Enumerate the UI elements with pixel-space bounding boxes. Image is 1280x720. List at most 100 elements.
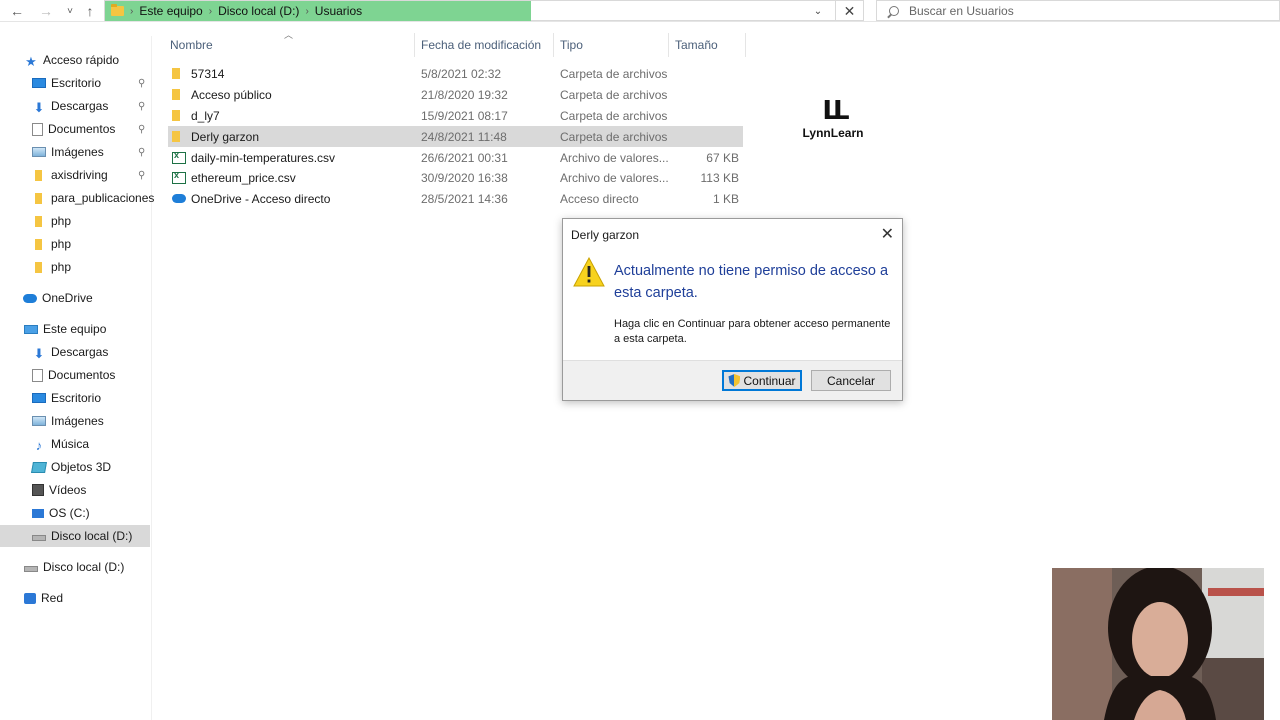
sidebar-item-music[interactable]: ♪ Música — [0, 433, 150, 455]
sidebar-item-label: Documentos — [48, 368, 116, 382]
folder-icon — [172, 131, 180, 142]
sidebar-item-label: Este equipo — [43, 322, 107, 336]
documents-icon — [32, 368, 43, 382]
pin-icon[interactable]: ⚲ — [138, 147, 145, 158]
sidebar-item-local-disk-d[interactable]: Disco local (D:) — [0, 556, 150, 578]
cancel-button-label: Cancelar — [826, 373, 876, 388]
back-arrow-icon: ← — [10, 3, 24, 19]
forward-button[interactable]: → — [36, 0, 56, 22]
file-type: Archivo de valores... — [560, 150, 669, 165]
pin-icon[interactable]: ⚲ — [138, 101, 145, 112]
column-header-label: Fecha de modificación — [421, 38, 542, 52]
file-name: 57314 — [191, 66, 225, 81]
up-button[interactable]: ↑ — [80, 0, 100, 22]
sidebar-item-label: Imágenes — [51, 414, 104, 428]
sidebar-item-quick-access[interactable]: ★ Acceso rápido — [0, 49, 150, 71]
sidebar-item-para-publicaciones[interactable]: para_publicaciones — [0, 187, 154, 209]
sidebar-item-label: Objetos 3D — [51, 460, 112, 474]
folder-icon — [35, 169, 42, 181]
pin-icon[interactable]: ⚲ — [138, 78, 145, 89]
cancel-button[interactable]: Cancelar — [811, 370, 891, 391]
column-header-type[interactable]: Tipo — [554, 33, 669, 57]
column-header-modified[interactable]: Fecha de modificación — [415, 33, 554, 57]
sidebar-item-php[interactable]: php — [0, 210, 150, 232]
continue-button-label: Continuar — [743, 373, 796, 388]
search-icon — [889, 5, 899, 16]
sidebar-item-this-pc[interactable]: Este equipo — [0, 318, 150, 340]
file-type: Acceso directo — [560, 191, 639, 206]
column-header-label: Tipo — [560, 38, 583, 52]
sidebar-item-desktop[interactable]: Escritorio ⚲ — [0, 72, 150, 94]
sidebar-item-pictures[interactable]: Imágenes ⚲ — [0, 141, 150, 163]
sidebar-item-documents[interactable]: Documentos — [0, 364, 150, 386]
sidebar-item-videos[interactable]: Vídeos — [0, 479, 150, 501]
sidebar-item-label: Escritorio — [51, 391, 102, 405]
file-modified: 5/8/2021 02:32 — [421, 66, 502, 81]
sidebar-item-php[interactable]: php — [0, 256, 150, 278]
pictures-icon — [32, 147, 46, 157]
chevron-right-icon: › — [305, 5, 309, 17]
objects-3d-icon — [31, 461, 47, 473]
file-type: Archivo de valores... — [560, 170, 669, 185]
documents-icon — [32, 122, 43, 136]
continue-button[interactable]: Continuar — [722, 370, 802, 391]
clear-address-button[interactable]: ✕ — [835, 1, 863, 21]
address-dropdown-button[interactable]: ⌄ — [807, 1, 829, 21]
logo-mark-icon: LL — [822, 96, 849, 126]
column-header-name[interactable]: Nombre — [164, 33, 415, 57]
sidebar-item-label: Descargas — [51, 99, 109, 113]
search-input[interactable]: Buscar en Usuarios — [876, 0, 1280, 21]
sidebar-item-documents[interactable]: Documentos ⚲ — [0, 118, 150, 140]
navigation-bar: ← → ˅ ↑ › Este equipo › Disco local (D:)… — [0, 0, 1280, 22]
sidebar-item-label: Disco local (D:) — [43, 560, 125, 574]
csv-file-icon — [172, 150, 186, 164]
dialog-footer: Continuar Cancelar — [563, 360, 902, 400]
folder-icon — [172, 68, 180, 79]
sidebar-item-axisdriving[interactable]: axisdriving ⚲ — [0, 164, 150, 186]
file-row[interactable]: Acceso público 21/8/2020 19:32 Carpeta d… — [168, 84, 743, 105]
logo-text: LynnLearn — [802, 126, 864, 140]
sidebar-item-local-disk-d[interactable]: Disco local (D:) — [0, 525, 150, 547]
permission-dialog: Derly garzon ✕ Actualmente no tiene perm… — [562, 218, 903, 401]
sidebar-item-pictures[interactable]: Imágenes — [0, 410, 150, 432]
pin-icon[interactable]: ⚲ — [138, 124, 145, 135]
pin-icon[interactable]: ⚲ — [138, 170, 145, 181]
sidebar-item-network[interactable]: Red — [0, 587, 150, 609]
sidebar-item-php[interactable]: php — [0, 233, 150, 255]
file-name: Acceso público — [191, 87, 272, 102]
file-type: Carpeta de archivos — [560, 66, 668, 81]
file-row[interactable]: ethereum_price.csv 30/9/2020 16:38 Archi… — [168, 167, 743, 188]
breadcrumb-item[interactable]: Este equipo — [139, 4, 202, 18]
file-row[interactable]: OneDrive - Acceso directo 28/5/2021 14:3… — [168, 188, 743, 209]
chevron-right-icon: › — [208, 5, 213, 17]
breadcrumb-item[interactable]: Disco local (D:) — [218, 4, 299, 18]
sidebar-item-label: Música — [51, 437, 90, 451]
recent-locations-button[interactable]: ˅ — [60, 0, 80, 22]
column-header-size[interactable]: Tamaño — [669, 33, 746, 57]
address-bar[interactable]: › Este equipo › Disco local (D:) › Usuar… — [104, 0, 864, 21]
sidebar-item-downloads[interactable]: ⬇ Descargas ⚲ — [0, 95, 150, 117]
csv-file-icon — [172, 170, 186, 184]
sidebar-item-desktop[interactable]: Escritorio — [0, 387, 150, 409]
file-row[interactable]: 57314 5/8/2021 02:32 Carpeta de archivos — [168, 63, 743, 84]
sidebar-item-onedrive[interactable]: OneDrive — [0, 287, 150, 309]
breadcrumb-item[interactable]: Usuarios — [315, 4, 362, 18]
file-row[interactable]: daily-min-temperatures.csv 26/6/2021 00:… — [168, 147, 743, 168]
sidebar-item-os-c[interactable]: OS (C:) — [0, 502, 150, 524]
file-size: 113 KB — [700, 170, 739, 185]
chevron-right-icon: › — [130, 5, 134, 17]
file-name: d_ly7 — [191, 108, 220, 123]
sidebar-item-label: OS (C:) — [49, 506, 90, 520]
sidebar-item-3d-objects[interactable]: Objetos 3D — [0, 456, 150, 478]
file-type: Carpeta de archivos — [560, 108, 668, 123]
file-type: Carpeta de archivos — [560, 87, 668, 102]
search-placeholder: Buscar en Usuarios — [909, 3, 1014, 18]
sidebar-item-label: Acceso rápido — [43, 53, 120, 67]
back-button[interactable]: ← — [7, 0, 27, 22]
file-row[interactable]: d_ly7 15/9/2021 08:17 Carpeta de archivo… — [168, 105, 743, 126]
network-icon — [24, 592, 36, 604]
sidebar-item-downloads[interactable]: ⬇ Descargas — [0, 341, 150, 363]
file-row[interactable]: Derly garzon 24/8/2021 11:48 Carpeta de … — [168, 126, 743, 147]
close-icon[interactable]: ✕ — [881, 224, 894, 244]
drive-icon — [24, 565, 38, 572]
